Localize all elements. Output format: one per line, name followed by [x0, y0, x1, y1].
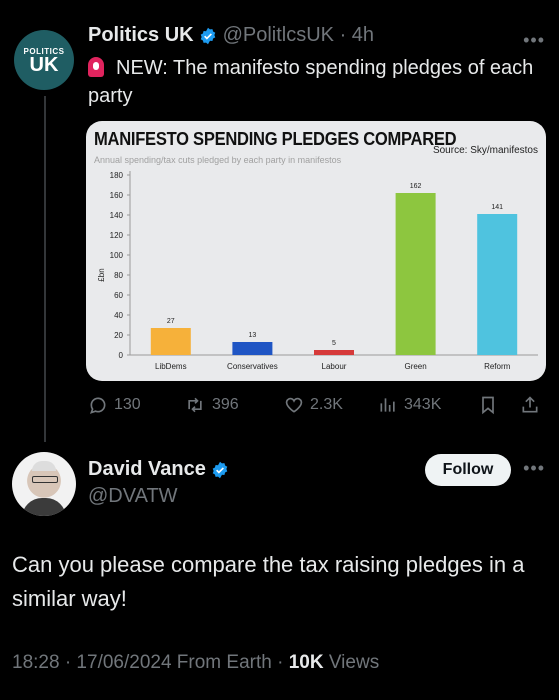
x-category-label: Labour — [322, 362, 347, 371]
reply-more-options-icon[interactable]: ••• — [523, 458, 545, 479]
reply-icon — [89, 397, 106, 414]
retweet-icon — [188, 397, 202, 413]
author-name[interactable]: Politics UK — [88, 24, 194, 47]
bar-libdems — [150, 328, 191, 355]
bar-value-label: 5 — [332, 340, 336, 347]
x-category-label: Conservatives — [227, 362, 278, 371]
y-axis-label: £bn — [97, 268, 106, 281]
bar-value-label: 27 — [167, 318, 175, 325]
verified-badge-icon — [212, 461, 228, 478]
x-category-label: LibDems — [155, 362, 187, 371]
verified-badge-icon — [200, 27, 215, 44]
reply-metadata: 18:28 · 17/06/2024 From Earth · 10K View… — [12, 652, 379, 674]
follow-button[interactable]: Follow — [425, 454, 511, 486]
tweet-header: Politics UK @PolitlcsUK · 4h — [88, 24, 374, 47]
bar-chart: 0 20 40 60 80 100 120 140 160 180 £bn 27 LibDems 13 Co… — [97, 171, 538, 371]
reply-timestamp[interactable]: 18:28 · 17/06/2024 From Earth · — [12, 652, 289, 673]
reply-text: Can you please compare the tax raising p… — [12, 552, 525, 611]
siren-icon — [88, 57, 104, 77]
bookmark-action[interactable] — [478, 395, 520, 415]
bar-labour — [314, 350, 354, 355]
y-tick-label: 180 — [110, 171, 124, 180]
like-action[interactable]: 2.3K — [284, 395, 378, 415]
bar-conservatives — [232, 342, 273, 355]
bar-green — [395, 193, 436, 355]
views-icon — [380, 398, 395, 412]
bookmark-icon — [482, 396, 494, 415]
thread-line — [44, 96, 46, 442]
avatar-suit — [22, 498, 66, 516]
y-tick-label: 20 — [114, 331, 123, 340]
david-vance-avatar[interactable] — [12, 452, 76, 516]
bar-reform — [477, 214, 518, 355]
heart-icon — [285, 397, 303, 413]
y-tick-label: 100 — [110, 251, 124, 260]
bar-value-label: 13 — [249, 332, 257, 339]
more-options-icon[interactable]: ••• — [523, 30, 545, 51]
chart-image-card[interactable]: MANIFESTO SPENDING PLEDGES COMPARED Sour… — [86, 121, 546, 381]
reply-views-count: 10K — [288, 652, 324, 673]
tweet-text-block: NEW: The manifesto spending pledges of e… — [88, 54, 538, 110]
bar-value-label: 141 — [491, 204, 503, 211]
y-tick-label: 120 — [110, 231, 124, 240]
views-action[interactable]: 343K — [378, 395, 478, 415]
politics-uk-avatar[interactable]: POLITICS UK — [14, 30, 74, 90]
reply-count: 130 — [114, 396, 141, 413]
share-icon — [522, 396, 538, 413]
y-tick-label: 140 — [110, 211, 124, 220]
tweet-text: NEW: The manifesto spending pledges of e… — [88, 57, 534, 107]
y-tick-label: 60 — [114, 291, 123, 300]
retweet-action[interactable]: 396 — [184, 395, 284, 415]
retweet-count: 396 — [212, 396, 239, 413]
y-tick-label: 0 — [119, 351, 124, 360]
tweet-time[interactable]: 4h — [352, 24, 374, 47]
views-count: 343K — [404, 396, 442, 413]
x-category-label: Green — [404, 362, 426, 371]
like-count: 2.3K — [310, 396, 343, 413]
time-separator: · — [334, 24, 352, 46]
avatar-glasses — [32, 476, 58, 483]
reply-action[interactable]: 130 — [88, 395, 184, 415]
y-tick-label: 40 — [114, 311, 123, 320]
x-category-label: Reform — [484, 362, 511, 371]
reply-header: David Vance — [88, 458, 235, 481]
y-tick-label: 160 — [110, 191, 124, 200]
share-action[interactable] — [520, 395, 546, 415]
reply-author-handle[interactable]: @DVATW — [88, 485, 178, 508]
reply-author-name[interactable]: David Vance — [88, 458, 206, 481]
author-handle[interactable]: @PolitlcsUK — [223, 24, 334, 47]
avatar-text-bottom: UK — [29, 53, 59, 76]
avatar-hair — [32, 461, 56, 471]
tweet-actions: 130 396 2.3K 343K — [88, 392, 546, 418]
bar-value-label: 162 — [410, 183, 422, 190]
y-tick-label: 80 — [114, 271, 123, 280]
reply-views-label: Views — [323, 652, 380, 673]
